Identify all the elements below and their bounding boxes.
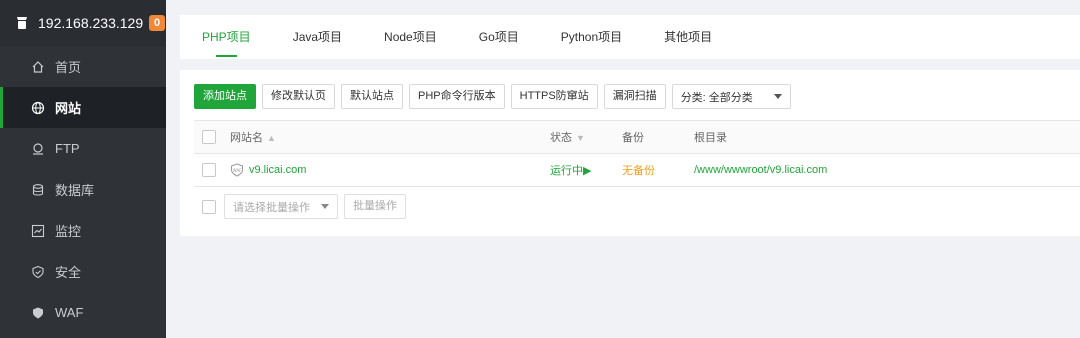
root-path-link[interactable]: /www/wwwroot/v9.licai.com: [694, 164, 827, 176]
batch-select-checkbox[interactable]: [202, 199, 216, 214]
sidebar-item-monitor[interactable]: 监控: [0, 210, 166, 251]
column-header-status[interactable]: 状态 ▼: [550, 129, 585, 145]
column-header-status-label: 状态: [550, 132, 572, 144]
home-icon: [31, 60, 45, 74]
database-icon: [31, 183, 45, 197]
https-anti-steal-button[interactable]: HTTPS防窜站: [510, 84, 598, 109]
status-running[interactable]: 运行中▶: [550, 162, 591, 178]
sort-icon: ▼: [576, 133, 585, 143]
sidebar: 192.168.233.129 0 首页 网站 FTP 数据库 监控 安全 WA…: [0, 0, 166, 338]
chevron-down-icon: [321, 204, 329, 209]
tab-other[interactable]: 其他项目: [664, 15, 712, 59]
site-name-link[interactable]: v9.licai.com: [249, 164, 306, 176]
sidebar-item-label: 安全: [55, 265, 82, 280]
column-header-backup: 备份: [622, 132, 644, 144]
sidebar-item-label: 网站: [55, 101, 82, 116]
ftp-icon: [31, 142, 45, 156]
globe-icon: [31, 101, 45, 115]
tab-java[interactable]: Java项目: [293, 15, 342, 59]
sidebar-item-label: 数据库: [55, 183, 95, 198]
server-header[interactable]: 192.168.233.129 0: [0, 0, 166, 46]
table-header-row: 网站名 ▲ 状态 ▼ 备份 根目录: [194, 121, 1080, 154]
sidebar-item-home[interactable]: 首页: [0, 46, 166, 87]
batch-action-placeholder: 请选择批量操作: [233, 201, 310, 214]
edit-default-page-button[interactable]: 修改默认页: [262, 84, 335, 109]
chevron-down-icon: [773, 94, 782, 99]
alert-count-badge[interactable]: 0: [149, 15, 166, 31]
tab-node[interactable]: Node项目: [384, 15, 437, 59]
site-list-panel: 添加站点 修改默认页 默认站点 PHP命令行版本 HTTPS防窜站 漏洞扫描 分…: [180, 70, 1080, 236]
row-checkbox[interactable]: [202, 163, 216, 177]
tab-php[interactable]: PHP项目: [202, 15, 251, 59]
sidebar-item-label: 监控: [55, 224, 82, 239]
add-site-button[interactable]: 添加站点: [194, 84, 256, 109]
column-header-root: 根目录: [694, 132, 727, 144]
batch-apply-button[interactable]: 批量操作: [344, 194, 406, 219]
site-table: 网站名 ▲ 状态 ▼ 备份 根目录 WAF v9.licai.com 运行中▶ 无备…: [194, 120, 1080, 187]
sort-icon: ▲: [267, 133, 276, 143]
sidebar-item-database[interactable]: 数据库: [0, 169, 166, 210]
toolbar: 添加站点 修改默认页 默认站点 PHP命令行版本 HTTPS防窜站 漏洞扫描 分…: [194, 84, 791, 109]
sidebar-item-waf[interactable]: WAF: [0, 292, 166, 333]
php-cli-version-button[interactable]: PHP命令行版本: [409, 84, 505, 109]
column-header-name[interactable]: 网站名 ▲: [230, 129, 276, 145]
shield-icon: [31, 265, 45, 279]
backup-status[interactable]: 无备份: [622, 162, 655, 178]
waf-shield-icon: WAF: [231, 163, 243, 177]
project-tabs: PHP项目 Java项目 Node项目 Go项目 Python项目 其他项目: [180, 15, 1080, 59]
batch-operations: 请选择批量操作 批量操作: [194, 194, 412, 219]
tab-python[interactable]: Python项目: [561, 15, 622, 59]
sidebar-item-security[interactable]: 安全: [0, 251, 166, 292]
column-header-name-label: 网站名: [230, 132, 263, 144]
vuln-scan-button[interactable]: 漏洞扫描: [603, 84, 666, 109]
sidebar-item-label: WAF: [55, 305, 84, 320]
server-icon: [14, 15, 30, 31]
sidebar-item-website[interactable]: 网站: [0, 87, 166, 128]
category-select-value: 分类: 全部分类: [680, 91, 753, 104]
select-all-checkbox[interactable]: [202, 130, 216, 144]
sidebar-item-ftp[interactable]: FTP: [0, 128, 166, 169]
waf-icon: [31, 306, 45, 320]
site-name-cell[interactable]: WAF v9.licai.com: [230, 163, 306, 177]
svg-text:WAF: WAF: [233, 168, 242, 173]
server-ip: 192.168.233.129: [38, 15, 144, 31]
category-select[interactable]: 分类: 全部分类: [671, 84, 791, 109]
default-site-button[interactable]: 默认站点: [341, 84, 403, 109]
sidebar-item-label: FTP: [55, 141, 80, 156]
monitor-icon: [31, 224, 45, 238]
table-row: WAF v9.licai.com 运行中▶ 无备份 /www/wwwroot/v…: [194, 154, 1080, 187]
tab-go[interactable]: Go项目: [479, 15, 519, 59]
sidebar-item-label: 首页: [55, 60, 82, 75]
batch-action-select[interactable]: 请选择批量操作: [224, 194, 338, 219]
